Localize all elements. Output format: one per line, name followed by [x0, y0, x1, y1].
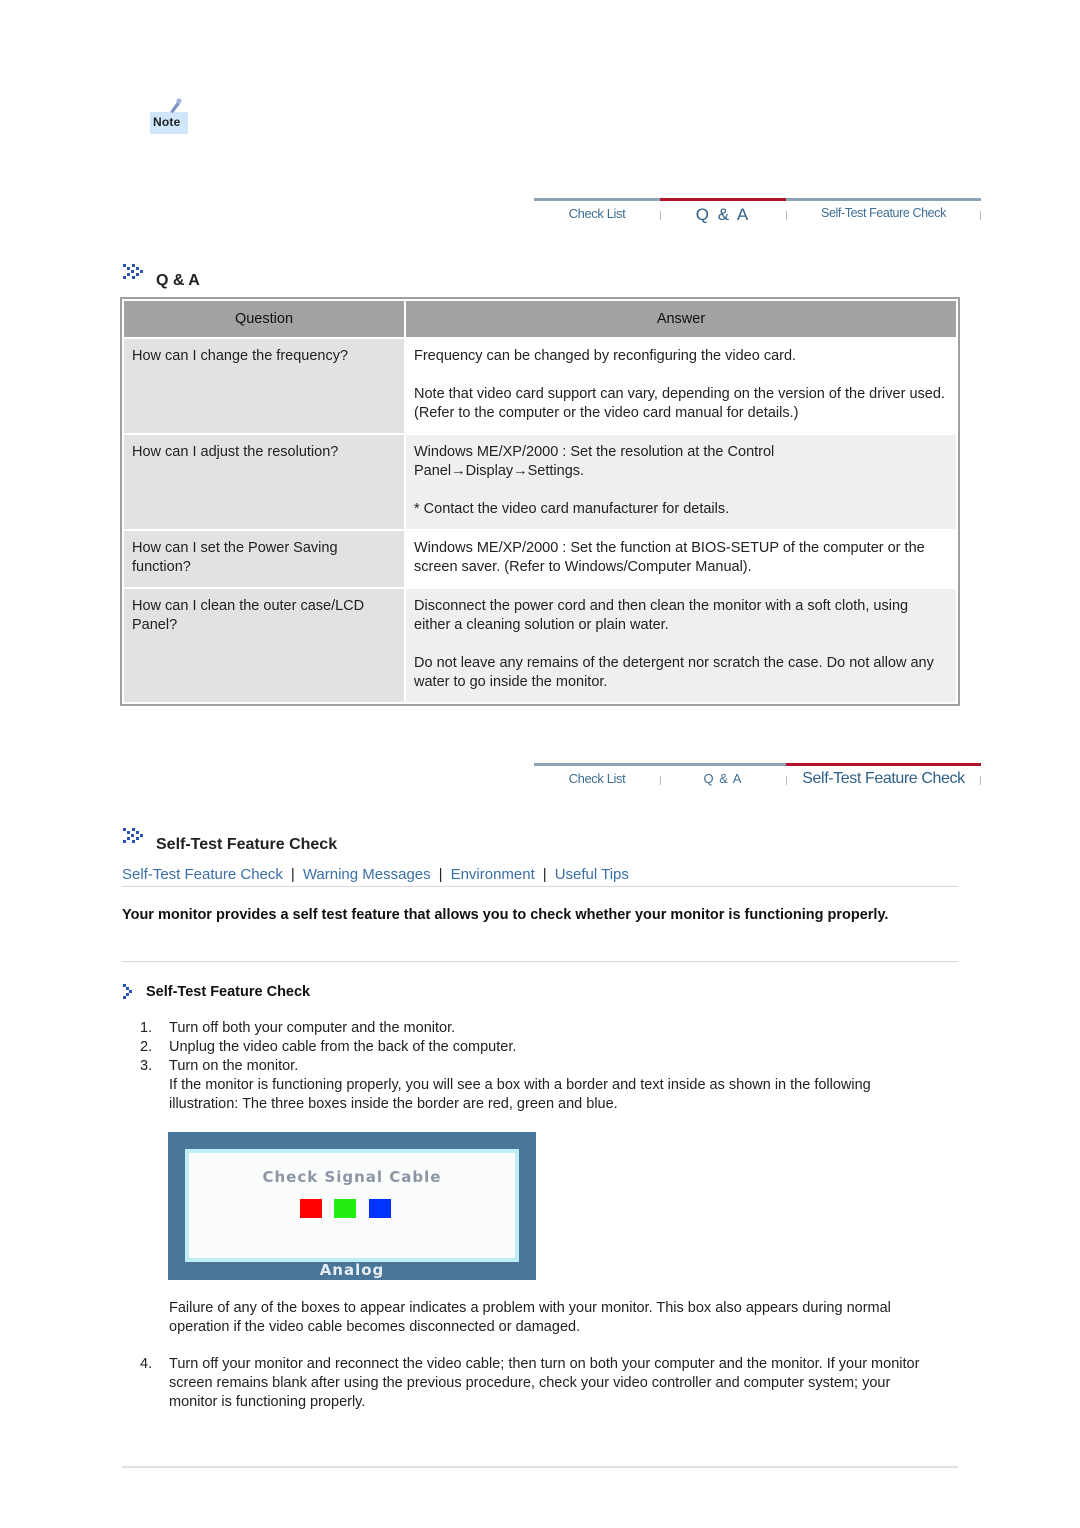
steps-list: 1. Turn off both your computer and the m…	[140, 1019, 930, 1114]
answer-paragraph: Windows ME/XP/2000 : Set the resolution …	[414, 444, 775, 479]
tab-check-list[interactable]: Check List	[534, 763, 660, 799]
note-icon: Note	[150, 98, 190, 136]
tab-divider	[980, 776, 981, 785]
step-item: 1. Turn off both your computer and the m…	[140, 1019, 930, 1038]
step-item: 3. Turn on the monitor. If the monitor i…	[140, 1057, 930, 1114]
subheading-title: Self-Test Feature Check	[146, 984, 311, 1000]
step-detail: If the monitor is functioning properly, …	[169, 1077, 871, 1112]
table-row: How can I change the frequency? Frequenc…	[124, 339, 956, 433]
answer-cell: Disconnect the power cord and then clean…	[406, 589, 956, 702]
check-signal-illustration: Check Signal Cable Analog	[168, 1132, 536, 1280]
link-separator: |	[290, 866, 295, 883]
tab-self-test[interactable]: Self-Test Feature Check	[786, 198, 981, 234]
question-cell: How can I set the Power Saving function?	[124, 531, 404, 587]
illustration-message: Check Signal Cable	[262, 1168, 442, 1186]
tab-check-list[interactable]: Check List	[534, 198, 660, 234]
note-label: Note	[153, 115, 181, 129]
answer-paragraph: Windows ME/XP/2000 : Set the function at…	[414, 540, 925, 575]
column-header-answer: Answer	[406, 301, 956, 337]
divider	[122, 961, 958, 962]
question-cell: How can I adjust the resolution?	[124, 435, 404, 529]
step-item: 2. Unplug the video cable from the back …	[140, 1038, 930, 1057]
question-cell: How can I change the frequency?	[124, 339, 404, 433]
tab-self-test[interactable]: Self-Test Feature Check	[786, 763, 981, 799]
step-text: Turn on the monitor.	[169, 1058, 299, 1074]
table-row: How can I adjust the resolution? Windows…	[124, 435, 956, 529]
link-warning-messages[interactable]: Warning Messages	[303, 866, 431, 883]
note-pen-icon	[170, 98, 182, 113]
answer-cell: Windows ME/XP/2000 : Set the resolution …	[406, 435, 956, 529]
chevron-right-icon	[123, 984, 132, 999]
illustration-screen: Check Signal Cable	[185, 1149, 519, 1262]
self-test-title: Self-Test Feature Check	[156, 836, 338, 853]
column-header-question: Question	[124, 301, 404, 337]
table-row: How can I clean the outer case/LCD Panel…	[124, 589, 956, 702]
step-text: Turn off your monitor and reconnect the …	[169, 1356, 920, 1410]
footer-divider	[122, 1466, 958, 1468]
step-number: 1.	[140, 1020, 153, 1036]
failure-note: Failure of any of the boxes to appear in…	[169, 1300, 891, 1335]
green-square	[334, 1199, 356, 1218]
link-separator: |	[542, 866, 547, 883]
link-environment[interactable]: Environment	[451, 866, 535, 883]
answer-cell: Frequency can be changed by reconfigurin…	[406, 339, 956, 433]
step-text: Turn off both your computer and the moni…	[169, 1020, 456, 1036]
illustration-footer: Analog	[319, 1261, 385, 1279]
tab-qa[interactable]: Q & A	[660, 198, 786, 234]
qa-table: Question Answer How can I change the fre…	[120, 297, 960, 706]
answer-cell: Windows ME/XP/2000 : Set the function at…	[406, 531, 956, 587]
answer-paragraph: * Contact the video card manufacturer fo…	[414, 501, 730, 517]
step-number: 3.	[140, 1058, 153, 1074]
table-row: How can I set the Power Saving function?…	[124, 531, 956, 587]
link-useful-tips[interactable]: Useful Tips	[555, 866, 629, 883]
question-cell: How can I clean the outer case/LCD Panel…	[124, 589, 404, 702]
tab-divider	[980, 211, 981, 220]
red-square	[300, 1199, 322, 1218]
step-item: 4. Turn off your monitor and reconnect t…	[140, 1355, 940, 1412]
tab-qa[interactable]: Q & A	[660, 763, 786, 799]
section-links: Self-Test Feature Check | Warning Messages…	[122, 866, 958, 887]
step-text: Unplug the video cable from the back of …	[169, 1039, 517, 1055]
tab-strip-top: Check List Q & A Self-Test Feature Check	[534, 198, 981, 234]
double-chevron-icon	[123, 264, 143, 279]
step-number: 4.	[140, 1356, 153, 1372]
answer-paragraph: Do not leave any remains of the detergen…	[414, 655, 934, 690]
link-self-test-feature-check[interactable]: Self-Test Feature Check	[122, 866, 283, 883]
answer-paragraph: Note that video card support can vary, d…	[414, 386, 945, 421]
answer-paragraph: Frequency can be changed by reconfigurin…	[414, 348, 797, 364]
link-separator: |	[438, 866, 443, 883]
step-number: 2.	[140, 1039, 153, 1055]
tab-strip-bottom: Check List Q & A Self-Test Feature Check	[534, 763, 981, 799]
answer-paragraph: Disconnect the power cord and then clean…	[414, 598, 909, 633]
qa-title: Q & A	[156, 272, 200, 289]
intro-text: Your monitor provides a self test featur…	[122, 907, 889, 923]
double-chevron-icon	[123, 828, 143, 843]
blue-square	[369, 1199, 391, 1218]
